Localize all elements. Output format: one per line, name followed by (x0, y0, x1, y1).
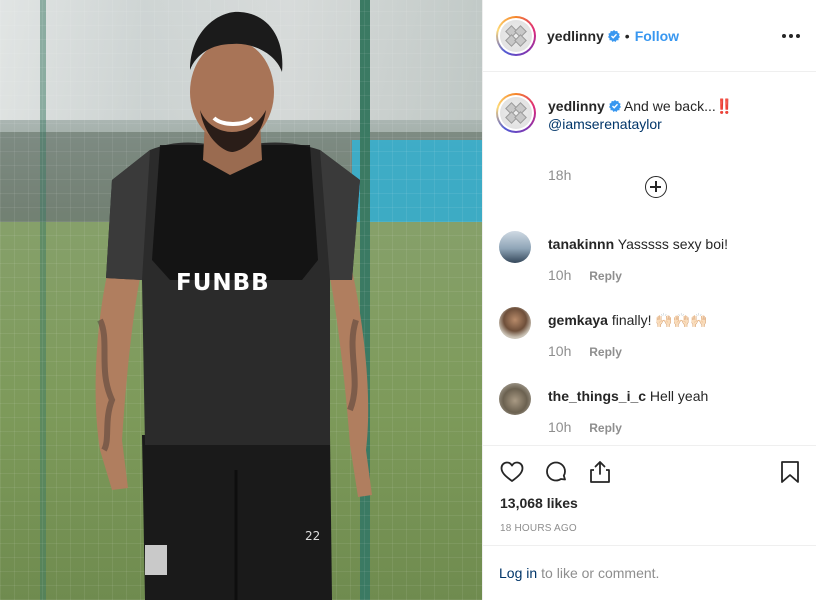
plus-circle-icon[interactable] (645, 176, 667, 198)
more-options-icon[interactable] (782, 27, 800, 45)
reply-button[interactable]: Reply (589, 345, 622, 359)
bookmark-icon[interactable] (777, 459, 803, 485)
post-photo[interactable]: 22 FUNBB (0, 0, 482, 600)
post-details-panel: yedlinny • Follow yedlinny And we back..… (482, 0, 816, 600)
login-link[interactable]: Log in (499, 565, 537, 581)
comment-text: Hell yeah (649, 388, 709, 404)
verified-badge-icon (608, 100, 621, 112)
login-footer: Log in to like or comment. (483, 545, 816, 600)
comment-meta: 10h Reply (548, 267, 622, 283)
avatar-image (500, 19, 532, 52)
caption-time[interactable]: 18h (548, 167, 571, 183)
login-footer-text: to like or comment. (541, 565, 660, 581)
caption-body: yedlinny And we back...‼️ @iamserenatayl… (548, 97, 808, 133)
verified-badge-icon (607, 29, 620, 42)
follow-button[interactable]: Follow (635, 28, 679, 44)
comments-section: yedlinny And we back...‼️ @iamserenatayl… (483, 73, 816, 445)
comment-time[interactable]: 10h (548, 419, 571, 435)
reply-button[interactable]: Reply (589, 269, 622, 283)
avatar[interactable] (496, 15, 536, 56)
player-figure: 22 (95, 11, 372, 600)
heart-icon[interactable] (499, 459, 525, 485)
commenter-avatar[interactable] (499, 383, 531, 415)
comment-meta: 10h Reply (548, 419, 622, 435)
comment-username[interactable]: tanakinnn (548, 236, 614, 252)
header-username[interactable]: yedlinny (547, 28, 604, 44)
caption-avatar[interactable] (496, 93, 536, 133)
comment-time[interactable]: 10h (548, 343, 571, 359)
comment-username[interactable]: gemkaya (548, 312, 608, 328)
comment-text-line: tanakinnn Yasssss sexy boi! (548, 235, 728, 253)
comment-time[interactable]: 10h (548, 267, 571, 283)
comment-text-line: gemkaya finally! 🙌🏻🙌🏻🙌🏻 (548, 311, 708, 329)
comment-text: finally! 🙌🏻🙌🏻🙌🏻 (611, 312, 708, 328)
comment-meta: 10h Reply (548, 343, 622, 359)
avatar-image (500, 97, 532, 129)
comment-text: Yasssss sexy boi! (617, 236, 728, 252)
caption-mention[interactable]: @iamserenataylor (548, 116, 662, 132)
post-timestamp[interactable]: 18 HOURS AGO (500, 523, 577, 534)
likes-count[interactable]: 13,068 likes (500, 495, 578, 511)
commenter-avatar[interactable] (499, 307, 531, 339)
share-icon[interactable] (587, 459, 613, 485)
commenter-avatar[interactable] (499, 231, 531, 263)
reply-button[interactable]: Reply (589, 421, 622, 435)
post-actions: 13,068 likes 18 HOURS AGO (483, 445, 816, 545)
post-header: yedlinny • Follow (483, 0, 816, 72)
caption-username[interactable]: yedlinny (548, 98, 605, 114)
jersey-sponsor-text: FUNBB (176, 270, 270, 296)
comment-text-line: the_things_i_c Hell yeah (548, 387, 708, 405)
comment-bubble-icon[interactable] (543, 459, 569, 485)
svg-text:22: 22 (305, 529, 320, 543)
caption-text: And we back... (623, 98, 716, 114)
caption-emoji: ‼️ (715, 98, 733, 114)
comment-username[interactable]: the_things_i_c (548, 388, 646, 404)
separator-dot: • (624, 27, 630, 44)
